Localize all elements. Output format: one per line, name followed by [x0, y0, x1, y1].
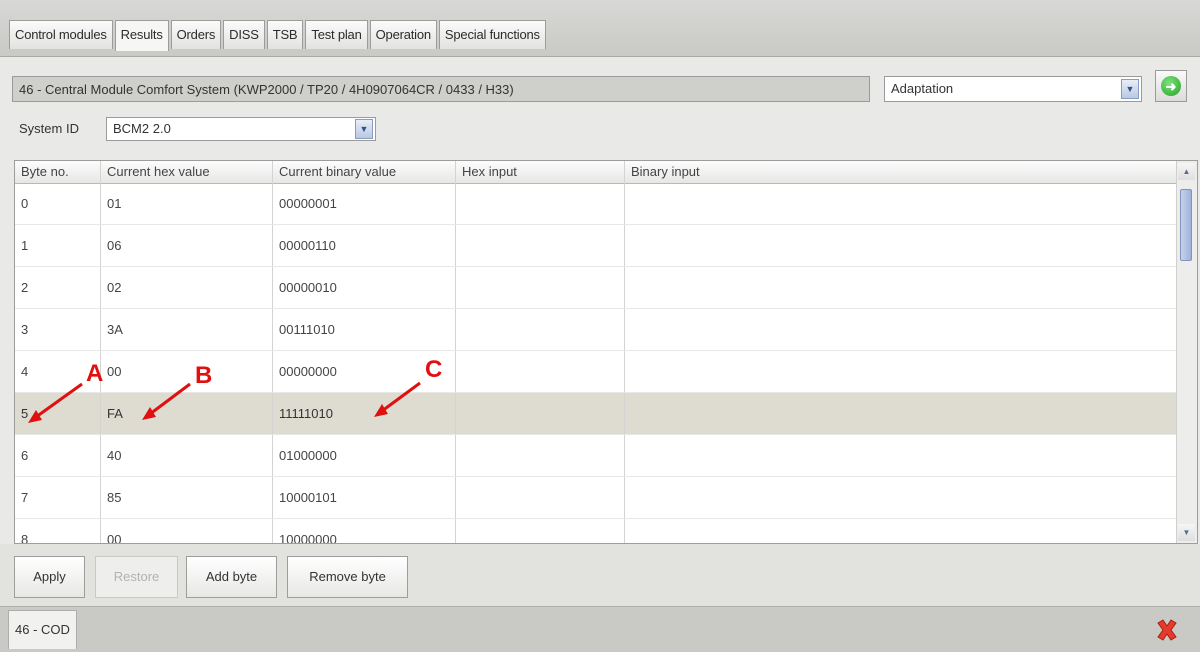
cell-hex-input[interactable]	[456, 477, 625, 518]
header-current-hex[interactable]: Current hex value	[101, 161, 273, 183]
table-row[interactable]: 6 40 01000000	[15, 435, 1177, 477]
cell-binary-input[interactable]	[625, 309, 1177, 350]
vertical-scrollbar[interactable]: ▲ ▼	[1176, 161, 1197, 543]
cell-binary-input[interactable]	[625, 393, 1177, 434]
cell-binary-input[interactable]	[625, 435, 1177, 476]
close-icon[interactable]	[1152, 615, 1182, 645]
restore-button[interactable]: Restore	[95, 556, 178, 598]
annotation-b: B	[195, 362, 213, 389]
cell-byte-no: 2	[15, 267, 101, 308]
header-binary-input[interactable]: Binary input	[625, 161, 1177, 183]
cell-hex-input[interactable]	[456, 435, 625, 476]
cell-binary-input[interactable]	[625, 477, 1177, 518]
cell-hex-value: FA	[101, 393, 273, 434]
cell-binary-value: 10000000	[273, 519, 456, 543]
apply-button[interactable]: Apply	[14, 556, 85, 598]
table-row[interactable]: 2 02 00000010	[15, 267, 1177, 309]
cell-hex-value: 00	[101, 519, 273, 543]
cell-byte-no: 1	[15, 225, 101, 266]
cell-hex-value: 01	[101, 183, 273, 224]
annotation-c: C	[425, 356, 443, 383]
function-select[interactable]: Adaptation ▼	[884, 76, 1142, 102]
system-id-label: System ID	[19, 121, 79, 136]
cell-hex-value: 40	[101, 435, 273, 476]
scroll-up-icon[interactable]: ▲	[1178, 163, 1195, 180]
module-title: 46 - Central Module Comfort System (KWP2…	[12, 76, 870, 102]
cell-byte-no: 5	[15, 393, 101, 434]
cell-hex-value: 06	[101, 225, 273, 266]
cell-byte-no: 7	[15, 477, 101, 518]
scroll-down-icon[interactable]: ▼	[1178, 524, 1195, 541]
cell-hex-value: 3A	[101, 309, 273, 350]
tab-special-functions[interactable]: Special functions	[438, 20, 546, 49]
cell-binary-value: 11111010	[273, 393, 456, 434]
go-button[interactable]: ➜	[1155, 70, 1187, 102]
cell-hex-input[interactable]	[456, 309, 625, 350]
cell-binary-value: 01000000	[273, 435, 456, 476]
grid-header: Byte no. Current hex value Current binar…	[15, 161, 1177, 184]
tab-operation[interactable]: Operation	[369, 20, 437, 49]
adaptation-byte-grid: Byte no. Current hex value Current binar…	[14, 160, 1198, 544]
cell-binary-input[interactable]	[625, 225, 1177, 266]
cell-binary-input[interactable]	[625, 351, 1177, 392]
table-row-selected[interactable]: 5 FA 11111010	[15, 393, 1177, 435]
table-row[interactable]: 7 85 10000101	[15, 477, 1177, 519]
grid-body: 0 01 00000001 1 06 00000110 2 02 0000001…	[15, 183, 1177, 543]
remove-byte-button[interactable]: Remove byte	[287, 556, 408, 598]
annotation-a: A	[86, 360, 104, 387]
tab-orders[interactable]: Orders	[170, 20, 222, 49]
cell-binary-input[interactable]	[625, 183, 1177, 224]
cell-byte-no: 0	[15, 183, 101, 224]
header-current-binary[interactable]: Current binary value	[273, 161, 456, 183]
cell-hex-input[interactable]	[456, 183, 625, 224]
chevron-down-icon[interactable]: ▼	[1121, 79, 1139, 99]
cell-hex-input[interactable]	[456, 225, 625, 266]
table-row[interactable]: 3 3A 00111010	[15, 309, 1177, 351]
cell-binary-value: 00000110	[273, 225, 456, 266]
cell-hex-value: 85	[101, 477, 273, 518]
tab-strip: Control modules Results Orders DISS TSB …	[9, 20, 548, 51]
cell-binary-value: 00000001	[273, 183, 456, 224]
cell-hex-input[interactable]	[456, 393, 625, 434]
arrow-right-icon: ➜	[1161, 76, 1181, 96]
cell-binary-value: 10000101	[273, 477, 456, 518]
status-bar: 46 - COD	[0, 606, 1200, 652]
cell-byte-no: 6	[15, 435, 101, 476]
header-hex-input[interactable]: Hex input	[456, 161, 625, 183]
tab-test-plan[interactable]: Test plan	[305, 20, 368, 49]
tab-control-modules[interactable]: Control modules	[9, 20, 113, 49]
cell-binary-input[interactable]	[625, 519, 1177, 543]
tab-bar: Control modules Results Orders DISS TSB …	[0, 0, 1200, 57]
cell-binary-value: 00111010	[273, 309, 456, 350]
add-byte-button[interactable]: Add byte	[186, 556, 277, 598]
cell-binary-value: 00000010	[273, 267, 456, 308]
cell-byte-no: 3	[15, 309, 101, 350]
cell-hex-value: 00	[101, 351, 273, 392]
cell-hex-input[interactable]	[456, 351, 625, 392]
cell-hex-input[interactable]	[456, 519, 625, 543]
table-row[interactable]: 1 06 00000110	[15, 225, 1177, 267]
status-tab-module[interactable]: 46 - COD	[8, 610, 77, 649]
function-select-value: Adaptation	[891, 81, 954, 96]
table-row[interactable]: 4 00 00000000	[15, 351, 1177, 393]
tab-results[interactable]: Results	[114, 20, 169, 51]
table-row[interactable]: 8 00 10000000	[15, 519, 1177, 543]
cell-binary-input[interactable]	[625, 267, 1177, 308]
tab-diss[interactable]: DISS	[223, 20, 265, 49]
button-bar: Apply Restore Add byte Remove byte	[0, 544, 1200, 606]
scrollbar-thumb[interactable]	[1180, 189, 1192, 261]
chevron-down-icon[interactable]: ▼	[355, 119, 373, 139]
table-row[interactable]: 0 01 00000001	[15, 183, 1177, 225]
header-byte-no[interactable]: Byte no.	[15, 161, 101, 183]
cell-hex-value: 02	[101, 267, 273, 308]
tab-tsb[interactable]: TSB	[266, 20, 304, 49]
cell-hex-input[interactable]	[456, 267, 625, 308]
cell-byte-no: 8	[15, 519, 101, 543]
system-id-value: BCM2 2.0	[113, 121, 171, 136]
system-id-select[interactable]: BCM2 2.0 ▼	[106, 117, 376, 141]
